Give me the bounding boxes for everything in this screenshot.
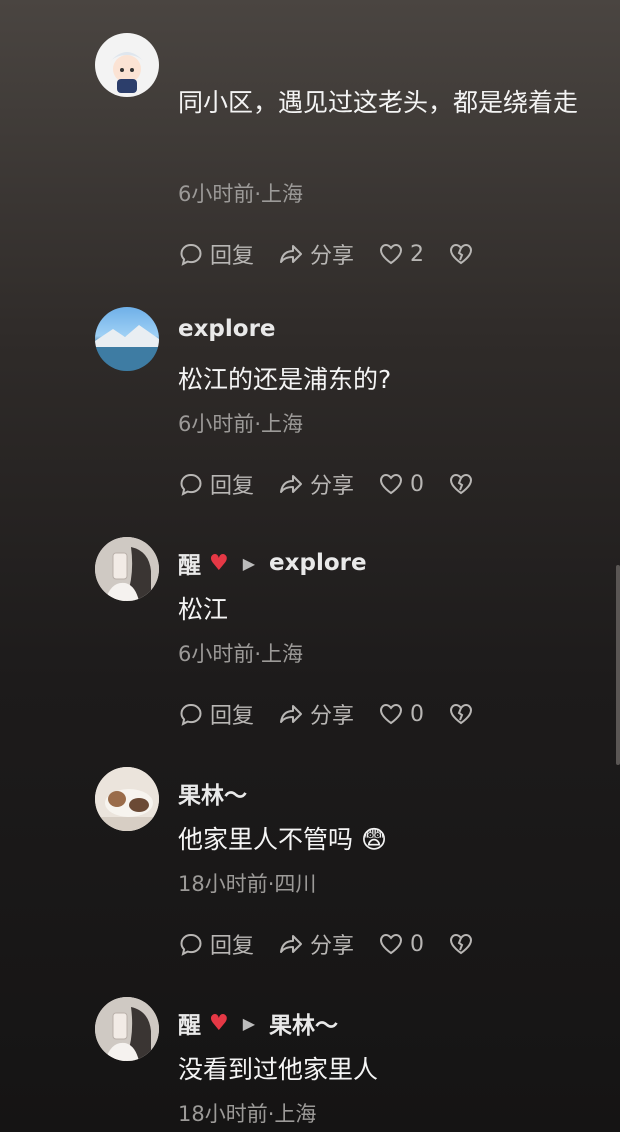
comment-actions: 回复 分享 0	[178, 928, 474, 960]
reply-button[interactable]: 回复	[178, 928, 254, 960]
share-button[interactable]: 分享	[278, 238, 354, 270]
reply-icon	[180, 933, 202, 956]
reply-arrow-icon: ▶	[242, 553, 256, 573]
avatar[interactable]	[95, 33, 159, 97]
reply-to-name[interactable]: explore	[269, 550, 367, 576]
commenter-name[interactable]: 果林～	[178, 776, 247, 810]
comment-actions: 回复 分享 2	[178, 238, 474, 270]
like-button[interactable]: 2	[378, 241, 424, 267]
share-label: 分享	[310, 934, 355, 959]
scrollbar[interactable]	[616, 565, 620, 765]
heart-outline-icon	[380, 703, 403, 725]
broken-heart-icon	[450, 243, 473, 265]
share-icon	[280, 705, 303, 723]
comment-text: 同小区，遇见过这老头，都是绕着走	[178, 88, 579, 117]
commenter-name-row: 醒 ♥ ▶ explore	[178, 546, 367, 580]
like-button[interactable]: 0	[378, 701, 424, 727]
comment-meta: 6小时前·上海	[178, 412, 304, 436]
dislike-button[interactable]	[448, 931, 474, 957]
like-button[interactable]: 0	[378, 931, 424, 957]
broken-heart-icon	[450, 933, 473, 955]
comment-text: 松江	[178, 595, 229, 624]
like-count: 2	[410, 241, 425, 267]
reply-icon	[180, 243, 202, 266]
comment-actions: 回复 分享 0	[178, 698, 474, 730]
reply-button[interactable]: 回复	[178, 468, 254, 500]
like-count: 0	[410, 931, 425, 957]
reply-label: 回复	[210, 244, 255, 269]
heart-outline-icon	[380, 933, 403, 955]
share-icon	[280, 475, 303, 493]
share-label: 分享	[310, 704, 355, 729]
like-count: 0	[410, 471, 425, 497]
broken-heart-icon	[450, 473, 473, 495]
reply-icon	[180, 473, 202, 496]
share-label: 分享	[310, 474, 355, 499]
share-button[interactable]: 分享	[278, 468, 354, 500]
like-button[interactable]: 0	[378, 471, 424, 497]
comment-text: 没看到过他家里人	[178, 1055, 379, 1084]
comment-meta: 6小时前·上海	[178, 182, 304, 206]
avatar[interactable]	[95, 537, 159, 601]
commenter-name-row: 醒 ♥ ▶ 果林～	[178, 1006, 338, 1040]
comment-meta: 18小时前·四川	[178, 872, 317, 896]
share-label: 分享	[310, 244, 355, 269]
comment-text: 他家里人不管吗 😨	[178, 825, 388, 854]
share-icon	[280, 935, 303, 953]
reply-label: 回复	[210, 934, 255, 959]
reply-icon	[180, 703, 202, 726]
heart-outline-icon	[380, 473, 403, 495]
comment-meta: 6小时前·上海	[178, 642, 304, 666]
dislike-button[interactable]	[448, 701, 474, 727]
commenter-name[interactable]: explore	[178, 316, 276, 342]
reply-label: 回复	[210, 474, 255, 499]
share-icon	[280, 245, 303, 263]
avatar[interactable]	[95, 997, 159, 1061]
comment-text: 松江的还是浦东的?	[178, 365, 392, 394]
commenter-name-row: explore	[178, 316, 276, 342]
commenter-name[interactable]: 醒	[178, 1006, 201, 1040]
reply-arrow-icon: ▶	[242, 1013, 256, 1033]
avatar[interactable]	[95, 307, 159, 371]
comment-meta: 18小时前·上海	[178, 1102, 317, 1126]
share-button[interactable]: 分享	[278, 928, 354, 960]
broken-heart-icon	[450, 703, 473, 725]
reply-label: 回复	[210, 704, 255, 729]
reply-button[interactable]: 回复	[178, 698, 254, 730]
like-count: 0	[410, 701, 425, 727]
dislike-button[interactable]	[448, 471, 474, 497]
comment-actions: 回复 分享 0	[178, 468, 474, 500]
commenter-name-row: 果林～	[178, 776, 247, 810]
red-heart-icon: ♥	[209, 1010, 229, 1036]
dislike-button[interactable]	[448, 241, 474, 267]
avatar[interactable]	[95, 767, 159, 831]
red-heart-icon: ♥	[209, 550, 229, 576]
reply-button[interactable]: 回复	[178, 238, 254, 270]
reply-to-name[interactable]: 果林～	[269, 1006, 338, 1040]
commenter-name[interactable]: 醒	[178, 546, 201, 580]
heart-outline-icon	[380, 243, 403, 265]
share-button[interactable]: 分享	[278, 698, 354, 730]
